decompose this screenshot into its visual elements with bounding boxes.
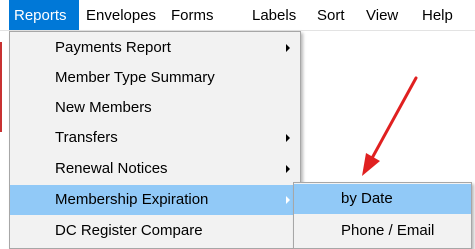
- menubar-forms[interactable]: Forms: [166, 0, 222, 30]
- menubar-envelopes[interactable]: Envelopes: [81, 0, 161, 30]
- menubar-sort[interactable]: Sort: [312, 0, 352, 30]
- menubar-help[interactable]: Help: [417, 0, 463, 30]
- menu-item-label: Payments Report: [55, 39, 171, 56]
- submenu-item-label: Phone / Email: [341, 222, 435, 239]
- menubar-labels[interactable]: Labels: [247, 0, 309, 30]
- menu-item-membership-expiration[interactable]: Membership Expiration: [10, 185, 300, 215]
- expiration-submenu: by Date Phone / Email: [293, 182, 472, 249]
- menu-bar: Reports Envelopes Forms Labels Sort View…: [0, 0, 475, 31]
- submenu-arrow-icon: [286, 44, 290, 52]
- menu-item-label: DC Register Compare: [55, 222, 203, 239]
- menu-item-label: Member Type Summary: [55, 69, 215, 86]
- window-edge-accent: [0, 42, 2, 132]
- menu-item-dc-register-compare[interactable]: DC Register Compare: [10, 216, 300, 246]
- menu-item-transfers[interactable]: Transfers: [10, 123, 300, 153]
- menubar-sort-label: Sort: [317, 7, 345, 24]
- submenu-item-label: by Date: [341, 190, 393, 207]
- submenu-item-phone-email[interactable]: Phone / Email: [294, 216, 471, 246]
- menu-item-label: Transfers: [55, 129, 118, 146]
- menu-item-payments-report[interactable]: Payments Report: [10, 33, 300, 63]
- menubar-labels-label: Labels: [252, 7, 297, 24]
- menubar-view[interactable]: View: [361, 0, 409, 30]
- menubar-help-label: Help: [422, 7, 453, 24]
- menu-item-label: Renewal Notices: [55, 160, 168, 177]
- menu-item-label: Membership Expiration: [55, 191, 209, 208]
- submenu-arrow-icon: [286, 134, 290, 142]
- menu-item-renewal-notices[interactable]: Renewal Notices: [10, 154, 300, 184]
- menubar-view-label: View: [366, 7, 399, 24]
- reports-menu: Payments Report Member Type Summary New …: [9, 31, 301, 249]
- menubar-envelopes-label: Envelopes: [86, 7, 157, 24]
- menu-item-member-type-summary[interactable]: Member Type Summary: [10, 63, 300, 93]
- submenu-arrow-icon: [286, 165, 290, 173]
- window-edge: [0, 31, 9, 249]
- submenu-item-by-date[interactable]: by Date: [294, 184, 471, 214]
- menu-item-label: New Members: [55, 99, 152, 116]
- menubar-reports-label: Reports: [14, 7, 67, 24]
- menu-item-new-members[interactable]: New Members: [10, 93, 300, 123]
- menubar-forms-label: Forms: [171, 7, 214, 24]
- menubar-reports[interactable]: Reports: [9, 0, 79, 30]
- submenu-arrow-icon: [286, 196, 290, 204]
